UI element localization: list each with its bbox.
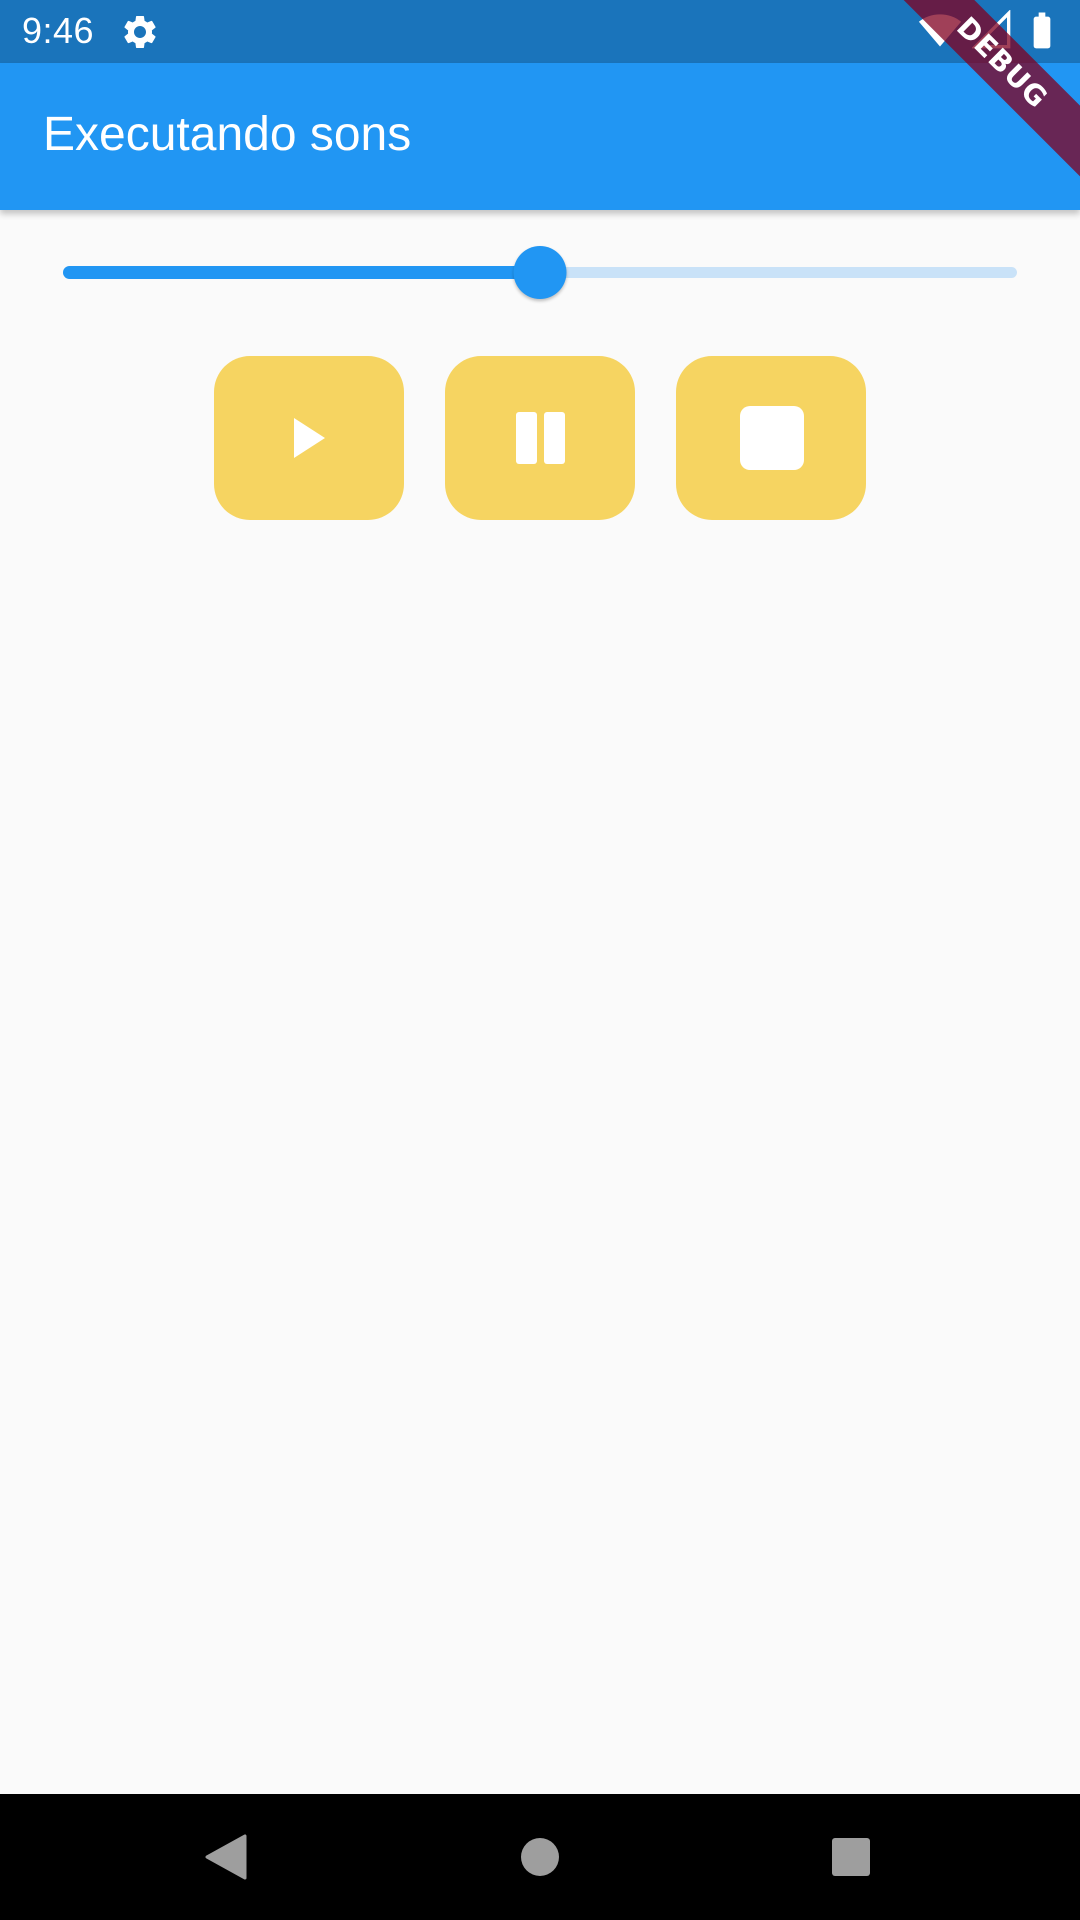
slider-active-track[interactable] xyxy=(63,266,540,279)
battery-icon xyxy=(1022,8,1062,57)
settings-gear-icon xyxy=(120,12,160,52)
stop-button[interactable] xyxy=(676,356,866,520)
play-button[interactable] xyxy=(214,356,404,520)
pause-icon xyxy=(516,412,565,464)
stop-icon xyxy=(740,406,804,470)
recents-icon xyxy=(832,1838,870,1876)
home-icon xyxy=(521,1838,559,1876)
slider-thumb[interactable] xyxy=(513,246,567,299)
play-icon xyxy=(294,418,325,458)
recents-button[interactable] xyxy=(788,1794,914,1920)
app-bar: Executando sons xyxy=(0,63,1080,210)
home-button[interactable] xyxy=(477,1794,603,1920)
system-nav-bar xyxy=(0,1794,1080,1920)
back-icon xyxy=(205,1834,247,1880)
status-time: 9:46 xyxy=(22,10,95,51)
pause-button[interactable] xyxy=(445,356,635,520)
back-button[interactable] xyxy=(163,1794,289,1920)
volume-slider[interactable] xyxy=(63,246,1017,299)
page-title: Executando sons xyxy=(43,108,412,161)
